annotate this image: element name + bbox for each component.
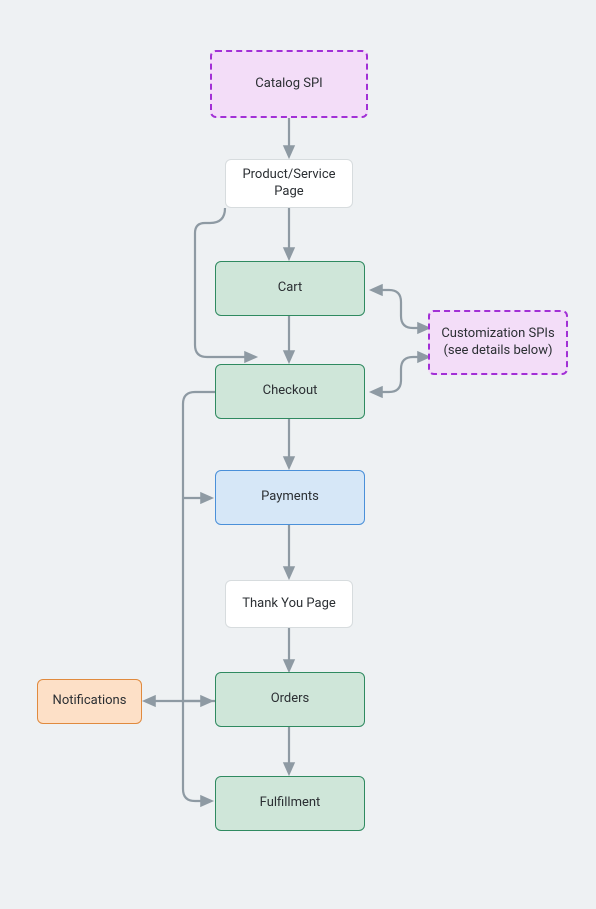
node-thank-you: Thank You Page [225,580,353,628]
node-product-page: Product/Service Page [225,159,353,208]
node-fulfillment: Fulfillment [215,776,365,831]
node-label: Fulfillment [260,795,321,812]
node-label: Product/Service Page [236,167,342,201]
node-label: Catalog SPI [255,76,322,93]
node-notifications: Notifications [37,679,142,724]
node-label: Checkout [263,383,318,400]
edge-checkout-left-branch-trunk [183,392,215,801]
node-label: Notifications [53,693,127,710]
node-label: Payments [261,489,319,506]
node-label: Cart [278,280,303,297]
node-payments: Payments [215,470,365,525]
node-label: Orders [271,691,310,708]
node-label: Thank You Page [242,596,336,613]
node-customization-spis: Customization SPIs (see details below) [428,310,568,375]
node-cart: Cart [215,261,365,316]
edge-customization-to-cart [372,290,428,328]
edge-customization-to-checkout [372,357,428,392]
node-checkout: Checkout [215,364,365,419]
node-orders: Orders [215,672,365,727]
node-label: Customization SPIs (see details below) [440,326,556,360]
node-catalog-spi: Catalog SPI [210,50,368,118]
edges-layer [0,0,596,909]
